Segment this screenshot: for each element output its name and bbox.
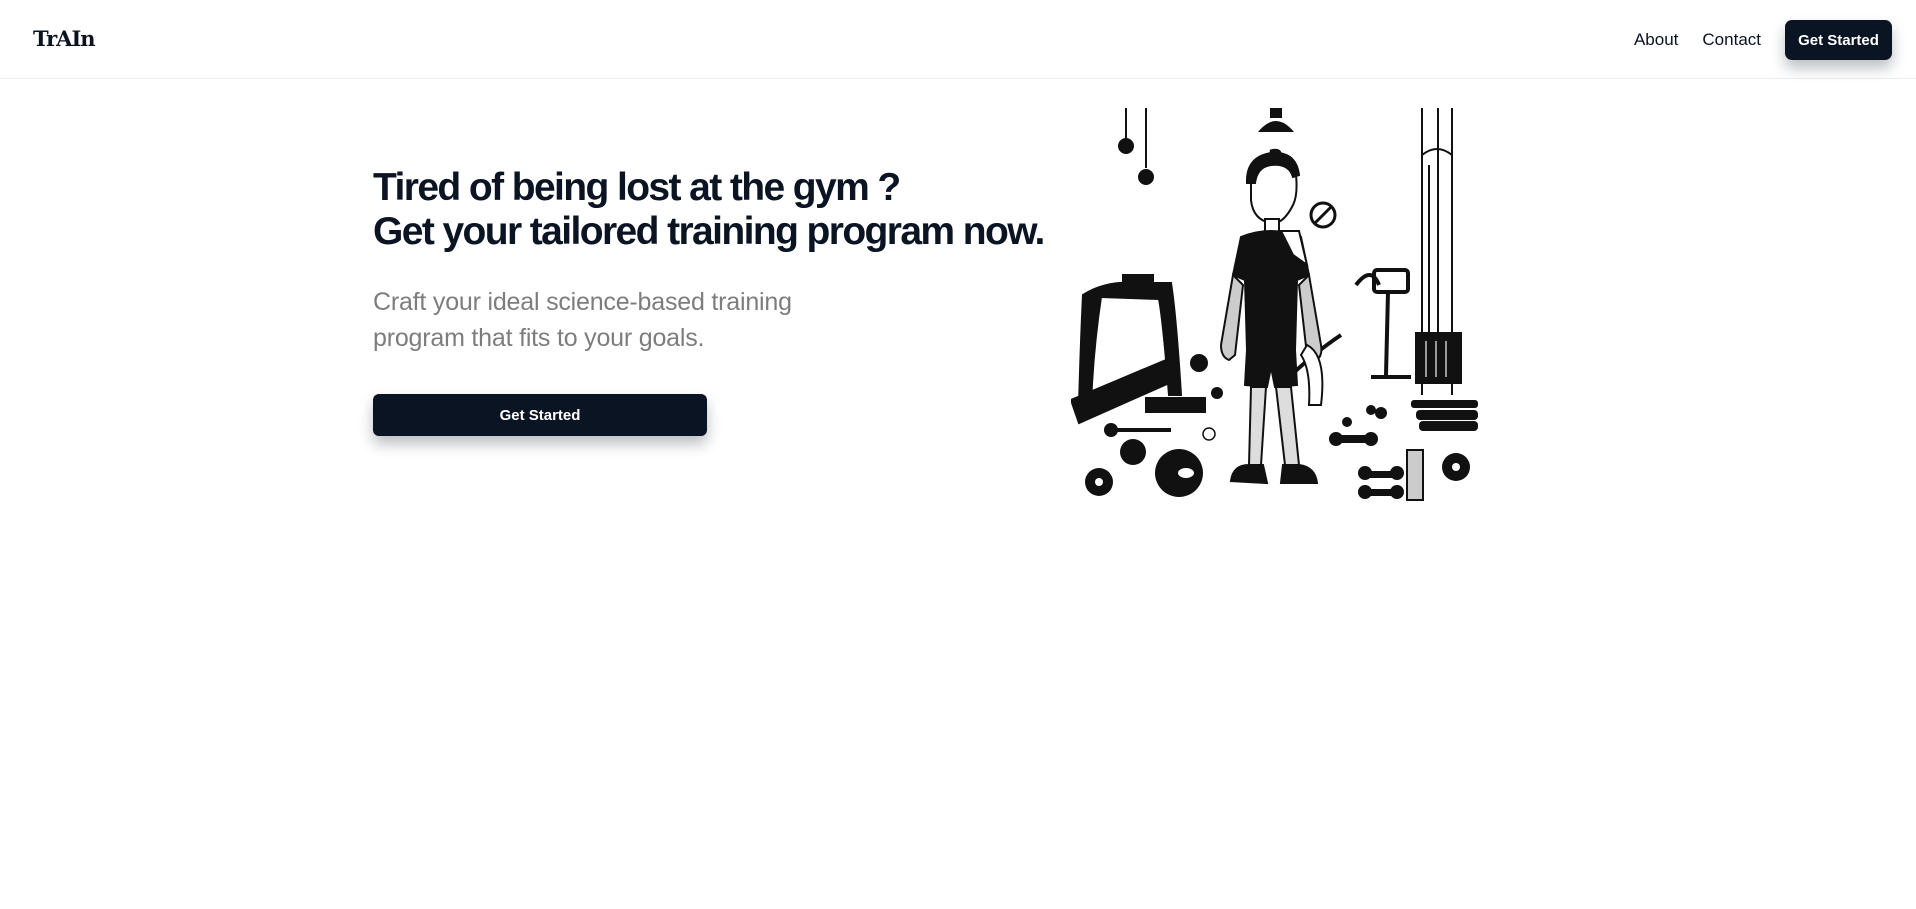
headline-line-2: Get your tailored training program now. (373, 210, 1045, 253)
nav-about-link[interactable]: About (1634, 30, 1678, 50)
confused-gym-man-illustration: ? (1071, 108, 1478, 501)
prohibition-icon (1309, 201, 1337, 229)
logo[interactable]: TrAIn (33, 26, 96, 51)
hero-headline: Tired of being lost at the gym ? Get you… (373, 166, 1045, 254)
navbar: TrAIn About Contact Get Started (0, 0, 1916, 79)
hanging-weights (1118, 108, 1154, 185)
headline-line-1: Tired of being lost at the gym ? (373, 166, 901, 209)
header-get-started-button[interactable]: Get Started (1785, 20, 1892, 60)
hero-get-started-button[interactable]: Get Started (373, 394, 707, 436)
nav-links: About Contact Get Started (1634, 20, 1892, 60)
cable-machine (1415, 108, 1462, 395)
hero-section: Tired of being lost at the gym ? Get you… (373, 166, 1045, 436)
ceiling-lamp-icon (1258, 108, 1294, 132)
hero-subtitle: Craft your ideal science-based training … (373, 288, 792, 352)
nav-contact-link[interactable]: Contact (1702, 30, 1761, 50)
confused-man (1219, 151, 1324, 485)
